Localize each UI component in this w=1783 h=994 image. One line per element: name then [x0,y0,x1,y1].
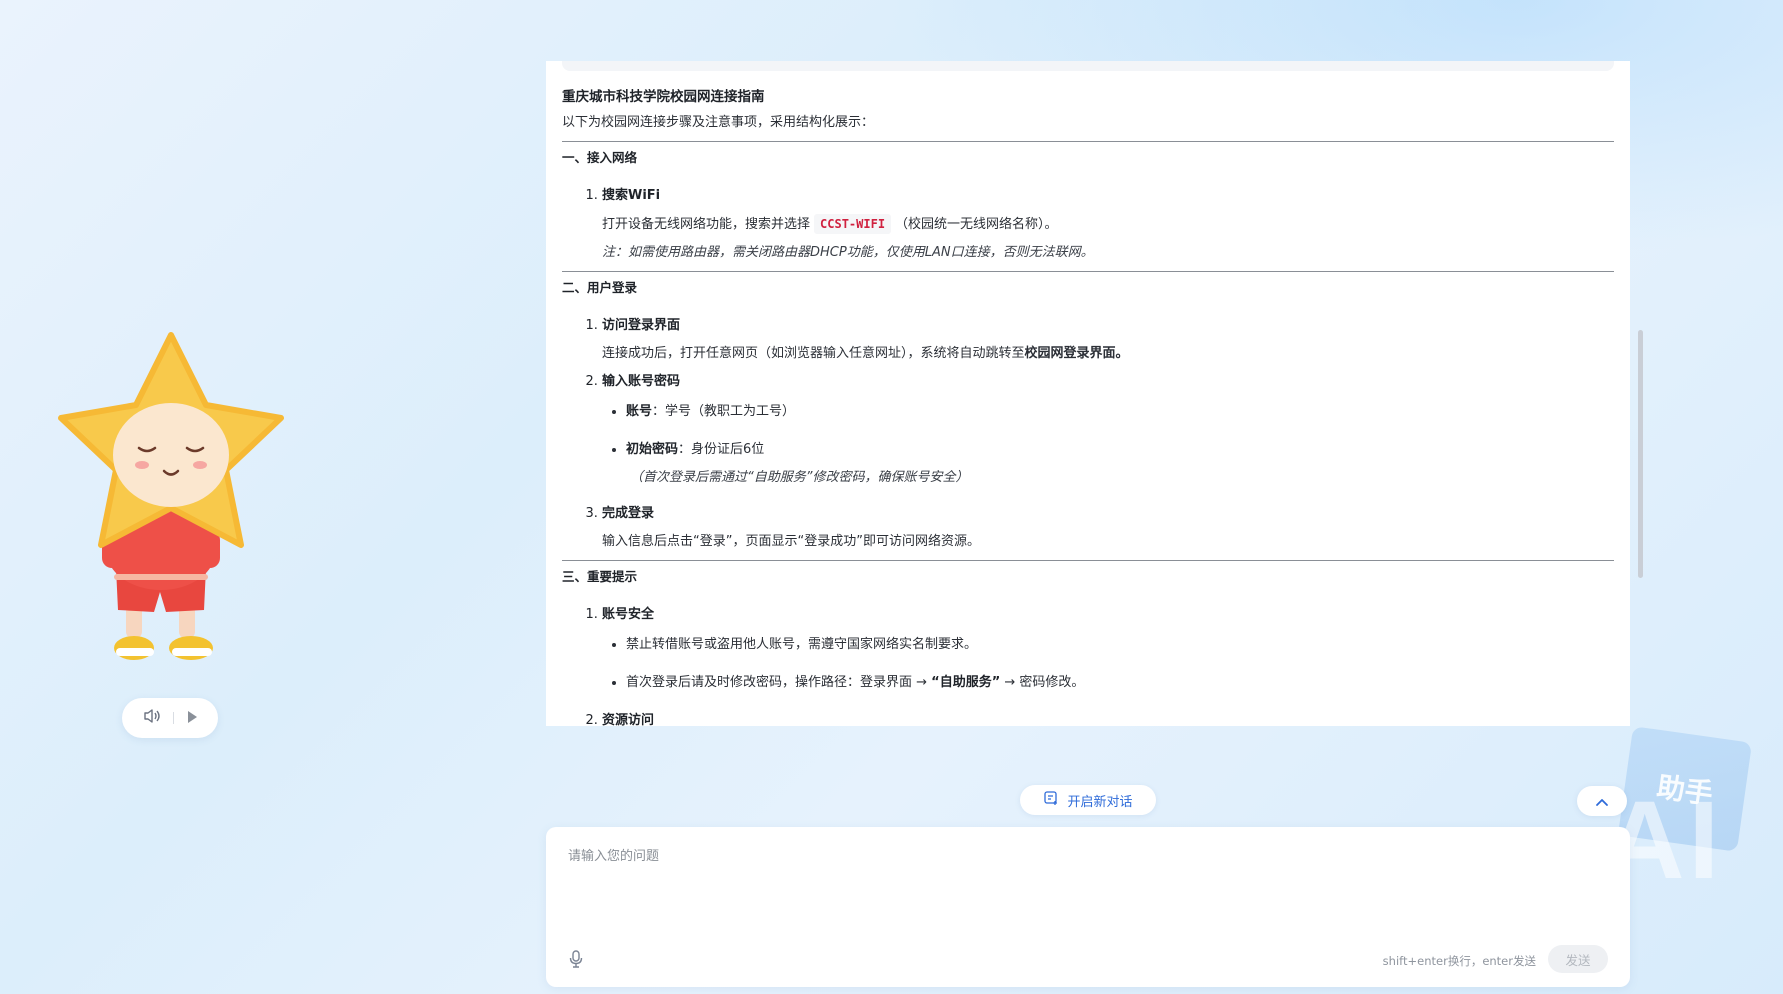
step-body: 输入信息后点击“登录”，页面显示“登录成功”即可访问网络资源。 [602,534,980,549]
section-title: 二、用户登录 [562,280,638,295]
list-item: 搜索WiFi 打开设备无线网络功能，搜索并选择CCST-WIFI（校园统一无线网… [602,186,1614,263]
new-chat-label: 开启新对话 [1067,794,1133,810]
list-item: 完成登录 输入信息后点击“登录”，页面显示“登录成功”即可访问网络资源。 [602,504,1614,552]
chat-message-panel: 重庆城市科技学院校园网连接指南 以下为校园网连接步骤及注意事项，采用结构化展示：… [546,61,1630,726]
assistant-message: 重庆城市科技学院校园网连接指南 以下为校园网连接步骤及注意事项，采用结构化展示：… [546,71,1630,726]
guide-title: 重庆城市科技学院校园网连接指南 [562,89,765,105]
section-network: 一、接入网络 搜索WiFi 打开设备无线网络功能，搜索并选择CCST-WIFI（… [562,141,1614,263]
password-note: （首次登录后需通过“自助服务”修改密码，确保账号安全） [630,470,969,485]
new-chat-icon [1043,790,1059,810]
previous-message-edge [562,61,1614,71]
wifi-name-code: CCST-WIFI [814,214,892,234]
list-item: 输入账号密码 账号：学号（教职工为工号） 初始密码：身份证后6位 （首次登录后需… [602,372,1614,488]
input-hint: shift+enter换行，enter发送 [1382,954,1536,968]
bullet-item: 初始密码：身份证后6位 [626,440,1614,460]
bullet-list: 禁止转借账号或盗用他人账号，需遵守国家网络实名制要求。 首次登录后请及时修改密码… [602,635,1614,693]
step-heading: 完成登录 [602,506,655,521]
step-body: 连接成功后，打开任意网页（如浏览器输入任意网址），系统将自动跳转至校园网登录界面… [602,346,1129,361]
step-heading: 账号安全 [602,607,655,622]
play-icon[interactable] [186,709,198,728]
chevron-up-icon [1595,792,1609,811]
step-list: 访问登录界面 连接成功后，打开任意网页（如浏览器输入任意网址），系统将自动跳转至… [562,316,1614,552]
step-body: 打开设备无线网络功能，搜索并选择 CCST-WIFI （校园统一无线网络名称）。 [602,214,1614,235]
new-chat-button[interactable]: 开启新对话 [1020,785,1156,815]
section-title: 一、接入网络 [562,150,638,165]
list-item: 资源访问 [602,711,1614,726]
section-tips: 三、重要提示 账号安全 禁止转借账号或盗用他人账号，需遵守国家网络实名制要求。 … [562,560,1614,726]
mascot-controls [122,698,218,738]
bullet-item: 账号：学号（教职工为工号） [626,402,1614,422]
step-note: 注：如需使用路由器，需关闭路由器DHCP功能，仅使用LAN口连接，否则无法联网。 [602,245,1094,260]
speaker-icon[interactable] [143,708,161,728]
list-item: 访问登录界面 连接成功后，打开任意网页（如浏览器输入任意网址），系统将自动跳转至… [602,316,1614,364]
bullet-item: 禁止转借账号或盗用他人账号，需遵守国家网络实名制要求。 [626,635,1614,655]
guide-intro: 以下为校园网连接步骤及注意事项，采用结构化展示： [562,115,875,130]
section-title: 三、重要提示 [562,569,638,584]
step-list: 账号安全 禁止转借账号或盗用他人账号，需遵守国家网络实名制要求。 首次登录后请及… [562,605,1614,726]
chat-scrollbar[interactable] [1638,330,1643,578]
step-heading: 输入账号密码 [602,374,681,389]
bullet-item: 首次登录后请及时修改密码，操作路径：登录界面 → “自助服务” → 密码修改。 [626,673,1614,693]
step-heading: 资源访问 [602,713,655,726]
chat-input-box: shift+enter换行，enter发送 发送 [546,827,1630,987]
bullet-list: 账号：学号（教职工为工号） 初始密码：身份证后6位 [602,402,1614,460]
list-item: 账号安全 禁止转借账号或盗用他人账号，需遵守国家网络实名制要求。 首次登录后请及… [602,605,1614,693]
microphone-icon[interactable] [568,949,584,973]
section-login: 二、用户登录 访问登录界面 连接成功后，打开任意网页（如浏览器输入任意网址），系… [562,271,1614,552]
step-heading: 搜索WiFi [602,188,661,203]
star-mascot [36,330,306,670]
step-heading: 访问登录界面 [602,318,681,333]
scroll-top-button[interactable] [1577,786,1627,816]
divider [172,712,174,724]
send-button[interactable]: 发送 [1548,945,1608,973]
question-input[interactable] [568,845,1608,935]
step-list: 搜索WiFi 打开设备无线网络功能，搜索并选择CCST-WIFI（校园统一无线网… [562,186,1614,263]
